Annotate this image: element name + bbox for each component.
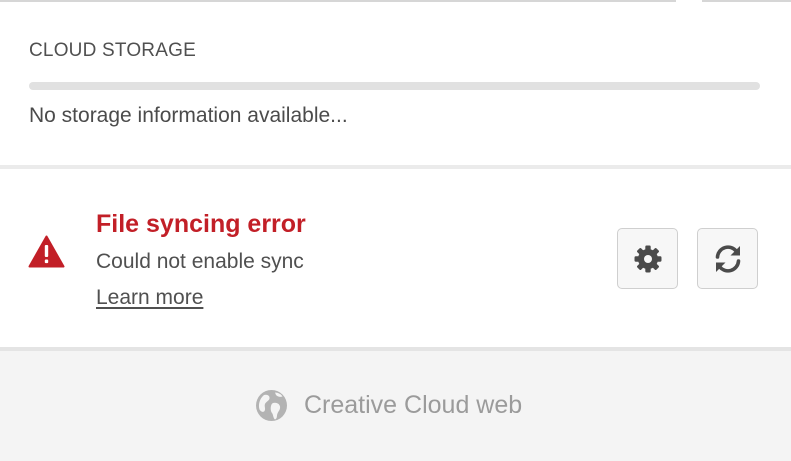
top-border-right xyxy=(702,0,791,2)
gear-icon xyxy=(634,245,661,272)
creative-cloud-web-link[interactable]: Creative Cloud web xyxy=(255,389,522,422)
sync-error-message: Could not enable sync xyxy=(96,250,304,273)
sync-error-section: File syncing error Could not enable sync… xyxy=(0,169,791,347)
storage-heading: CLOUD STORAGE xyxy=(29,40,196,61)
sync-refresh-button[interactable] xyxy=(697,228,758,289)
warning-icon xyxy=(28,235,65,268)
sync-error-title: File syncing error xyxy=(96,210,306,238)
top-border-left xyxy=(0,0,676,2)
footer: Creative Cloud web xyxy=(0,351,791,461)
cloud-storage-section: CLOUD STORAGE No storage information ava… xyxy=(0,3,791,165)
creative-cloud-web-label: Creative Cloud web xyxy=(304,391,523,419)
sync-icon xyxy=(715,244,740,273)
learn-more-link[interactable]: Learn more xyxy=(96,286,203,310)
storage-usage-bar xyxy=(29,82,760,90)
globe-icon xyxy=(256,390,287,421)
storage-status-text: No storage information available... xyxy=(29,104,348,127)
sync-settings-button[interactable] xyxy=(617,228,678,289)
